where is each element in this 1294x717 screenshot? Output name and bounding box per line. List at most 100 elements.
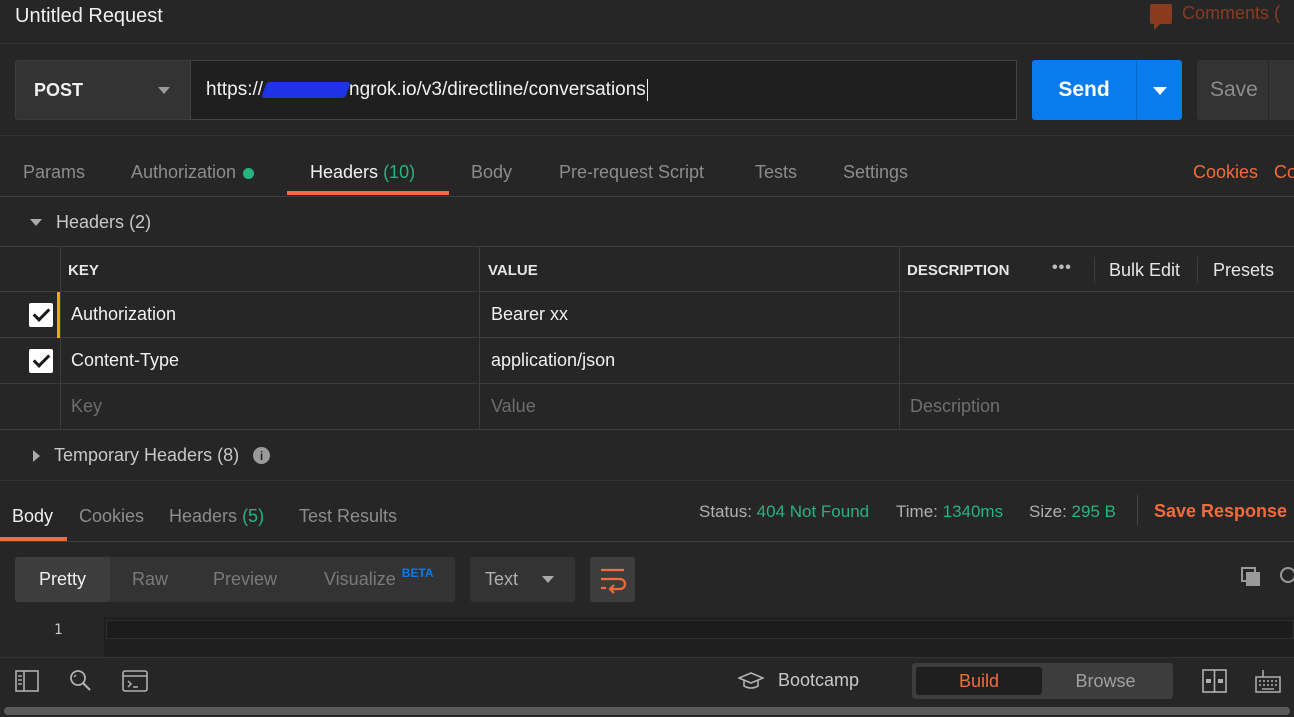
response-tab-headers[interactable]: Headers (5): [169, 506, 264, 527]
tab-headers-count: (10): [383, 162, 416, 182]
tab-authorization-label: Authorization: [131, 162, 237, 182]
new-key-input[interactable]: Key: [71, 396, 102, 417]
line-gutter: 1: [0, 617, 104, 657]
headers-section-title: Headers: [56, 212, 125, 232]
save-response-button[interactable]: Save Response: [1154, 501, 1287, 522]
beta-badge: BETA: [401, 566, 434, 580]
preview-button[interactable]: Preview: [213, 569, 277, 590]
status-label: Status:: [699, 502, 752, 521]
response-tab-headers-label: Headers: [169, 506, 238, 526]
raw-button[interactable]: Raw: [132, 569, 168, 590]
content-type-value: Text: [485, 569, 519, 589]
status-value: 404 Not Found: [756, 502, 870, 521]
size-value: 295 B: [1071, 502, 1116, 521]
console-icon[interactable]: [122, 670, 148, 692]
sidebar-toggle-icon[interactable]: [15, 670, 39, 692]
header-value[interactable]: Bearer xx: [491, 304, 568, 325]
column-value: VALUE: [488, 262, 538, 279]
copy-icon[interactable]: [1240, 566, 1262, 588]
caret-down-icon: [30, 219, 42, 226]
code-link[interactable]: Co: [1274, 162, 1294, 183]
send-options-dropdown[interactable]: [1136, 60, 1182, 120]
header-key[interactable]: Authorization: [71, 304, 176, 325]
wrap-lines-button[interactable]: [590, 557, 635, 602]
tab-body[interactable]: Body: [471, 162, 512, 183]
headers-section-count: (2): [129, 212, 152, 232]
build-mode-button[interactable]: Build: [916, 667, 1042, 695]
header-key[interactable]: Content-Type: [71, 350, 179, 371]
line-number: 1: [54, 622, 63, 638]
temporary-headers-toggle[interactable]: Temporary Headers (8) i: [33, 445, 271, 466]
time-label: Time:: [896, 502, 938, 521]
response-time: Time: 1340ms: [896, 502, 1003, 522]
graduation-cap-icon: [738, 671, 764, 689]
browse-mode-button[interactable]: Browse: [1042, 667, 1169, 695]
url-suffix: ngrok.io/v3/directline/conversations: [349, 79, 646, 100]
tab-settings[interactable]: Settings: [843, 162, 908, 183]
bootcamp-button[interactable]: Bootcamp: [738, 670, 859, 691]
active-tab-indicator: [287, 191, 449, 195]
visualize-button[interactable]: Visualize BETA: [324, 566, 434, 590]
presets-dropdown[interactable]: Presets: [1213, 260, 1274, 281]
table-row-new: Key Value Description: [0, 384, 1294, 430]
response-tab-headers-count: (5): [242, 506, 265, 526]
headers-table-head: KEY VALUE DESCRIPTION ••• Bulk Edit Pres…: [0, 246, 1294, 292]
text-cursor: [646, 79, 648, 101]
new-description-input[interactable]: Description: [910, 396, 1000, 417]
response-tab-test-results[interactable]: Test Results: [299, 506, 397, 527]
header-value[interactable]: application/json: [491, 350, 615, 371]
request-title[interactable]: Untitled Request: [15, 5, 163, 28]
search-icon[interactable]: [1279, 566, 1294, 586]
comments-label: Comments (: [1182, 3, 1281, 23]
save-button[interactable]: Save: [1197, 60, 1294, 120]
comment-icon: [1150, 3, 1172, 30]
tab-tests[interactable]: Tests: [755, 162, 797, 183]
divider: [1094, 257, 1095, 283]
new-value-input[interactable]: Value: [491, 396, 536, 417]
tab-params[interactable]: Params: [23, 162, 85, 183]
response-body-editor[interactable]: 1: [0, 617, 1294, 657]
more-options-icon[interactable]: •••: [1052, 259, 1072, 277]
tab-prerequest-script[interactable]: Pre-request Script: [559, 162, 704, 183]
active-response-tab-indicator: [0, 537, 67, 541]
chevron-down-icon: [542, 576, 554, 583]
code-line: [106, 620, 1294, 639]
tab-authorization[interactable]: Authorization: [131, 162, 255, 183]
chevron-down-icon: [158, 87, 170, 94]
horizontal-scrollbar[interactable]: [4, 707, 1290, 715]
info-icon[interactable]: i: [253, 447, 271, 464]
temporary-headers-count: (8): [217, 445, 240, 465]
response-tab-body[interactable]: Body: [12, 506, 53, 527]
url-prefix: https://: [206, 79, 264, 100]
two-pane-view-icon[interactable]: [1202, 669, 1227, 693]
divider: [1137, 495, 1138, 525]
cookies-link[interactable]: Cookies: [1193, 162, 1258, 183]
content-type-select[interactable]: Text: [470, 557, 575, 602]
table-row: Content-Type application/json: [0, 338, 1294, 384]
column-key: KEY: [68, 262, 99, 279]
comments-button[interactable]: Comments (: [1150, 3, 1281, 30]
build-browse-toggle: Build Browse: [912, 663, 1173, 699]
visualize-label: Visualize: [324, 569, 396, 589]
url-input[interactable]: https:// ngrok.io/v3/directline/conversat…: [190, 60, 1017, 120]
wrap-lines-icon: [601, 568, 627, 594]
request-tabs: Params Authorization Headers (10) Body P…: [0, 135, 1294, 197]
redaction-mark: [261, 82, 351, 98]
response-tabs: Body Cookies Headers (5) Test Results St…: [0, 480, 1294, 542]
bootcamp-label: Bootcamp: [778, 670, 860, 690]
table-row: Authorization Bearer xx: [0, 292, 1294, 338]
row-enabled-checkbox[interactable]: [29, 349, 53, 373]
status-bar: Bootcamp Build Browse: [0, 657, 1294, 717]
temporary-headers-title: Temporary Headers: [54, 445, 213, 465]
row-enabled-checkbox[interactable]: [29, 303, 53, 327]
find-icon[interactable]: [69, 669, 93, 693]
tab-headers[interactable]: Headers (10): [310, 162, 415, 183]
pretty-button[interactable]: Pretty: [15, 557, 110, 602]
response-tab-cookies[interactable]: Cookies: [79, 506, 144, 527]
send-button[interactable]: Send: [1032, 60, 1136, 120]
headers-section-toggle[interactable]: Headers (2): [30, 212, 151, 233]
bulk-edit-link[interactable]: Bulk Edit: [1109, 260, 1180, 281]
title-bar: [0, 0, 1294, 44]
save-divider: [1268, 60, 1269, 120]
keyboard-shortcuts-icon[interactable]: [1255, 669, 1281, 693]
